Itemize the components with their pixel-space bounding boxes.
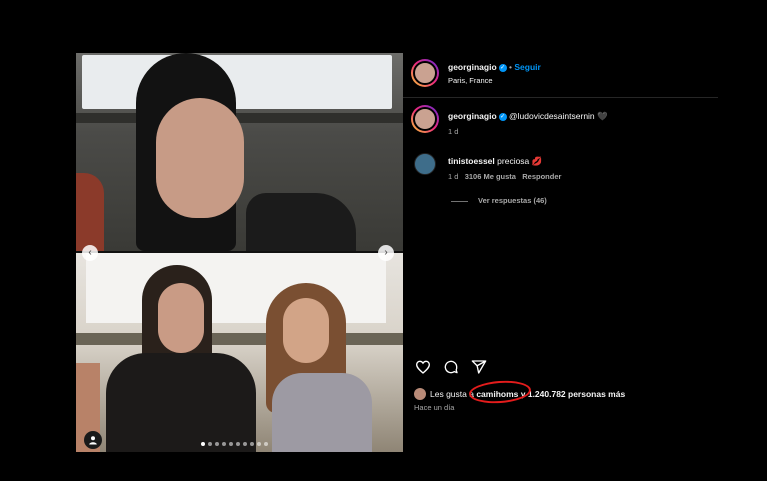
carousel-dot [222, 442, 226, 446]
comment-username[interactable]: tinistoessel [448, 156, 495, 166]
heart-icon[interactable] [415, 359, 431, 380]
commenter-avatar[interactable] [414, 153, 436, 175]
likes-prefix: Les gusta a [430, 389, 474, 399]
comment-text: preciosa [497, 156, 530, 166]
carousel-dot [243, 442, 247, 446]
carousel-dot [229, 442, 233, 446]
carousel-dots [201, 442, 268, 446]
author-username[interactable]: georginagio [448, 62, 497, 72]
reply-button[interactable]: Responder [522, 172, 561, 181]
header-divider [403, 97, 718, 98]
follow-button[interactable]: Seguir [514, 62, 540, 72]
replies-divider [451, 201, 468, 202]
comment-likes[interactable]: 3106 Me gusta [465, 172, 516, 181]
post-photo-top [76, 53, 403, 251]
carousel-dot [257, 442, 261, 446]
post-time: Hace un día [414, 403, 455, 412]
comment-time: 1 d [448, 172, 459, 181]
post-media[interactable]: ‹ › [76, 53, 403, 452]
share-icon[interactable] [471, 359, 487, 380]
header-separator: • [509, 62, 512, 72]
caption-avatar[interactable] [411, 105, 439, 133]
post-photo-bottom [76, 253, 403, 452]
carousel-dot [236, 442, 240, 446]
annotation-circle [468, 378, 532, 406]
comment-icon[interactable] [443, 359, 459, 380]
carousel-dot [215, 442, 219, 446]
likes-count[interactable]: y 1.240.782 personas más [521, 389, 625, 399]
author-avatar[interactable] [411, 59, 439, 87]
caption-mention[interactable]: @ludovicdesaintsernin [509, 111, 595, 121]
user-tag-icon[interactable] [84, 431, 102, 449]
post-actions [415, 359, 487, 380]
view-replies-button[interactable]: Ver respuestas (46) [478, 196, 547, 205]
liker-avatar[interactable] [414, 388, 426, 400]
comment-emoji: 💋 [531, 156, 543, 166]
carousel-next-button[interactable]: › [378, 245, 394, 261]
carousel-dot [201, 442, 205, 446]
verified-badge-icon: ✓ [498, 63, 507, 72]
post-location[interactable]: Paris, France [448, 76, 493, 85]
caption-username[interactable]: georginagio [448, 111, 497, 121]
caption-emoji: 🖤 [597, 111, 608, 121]
carousel-dot [250, 442, 254, 446]
caption-time: 1 d [448, 127, 459, 136]
carousel-dot [264, 442, 268, 446]
carousel-prev-button[interactable]: ‹ [82, 245, 98, 261]
verified-badge-icon: ✓ [498, 112, 507, 121]
carousel-dot [208, 442, 212, 446]
